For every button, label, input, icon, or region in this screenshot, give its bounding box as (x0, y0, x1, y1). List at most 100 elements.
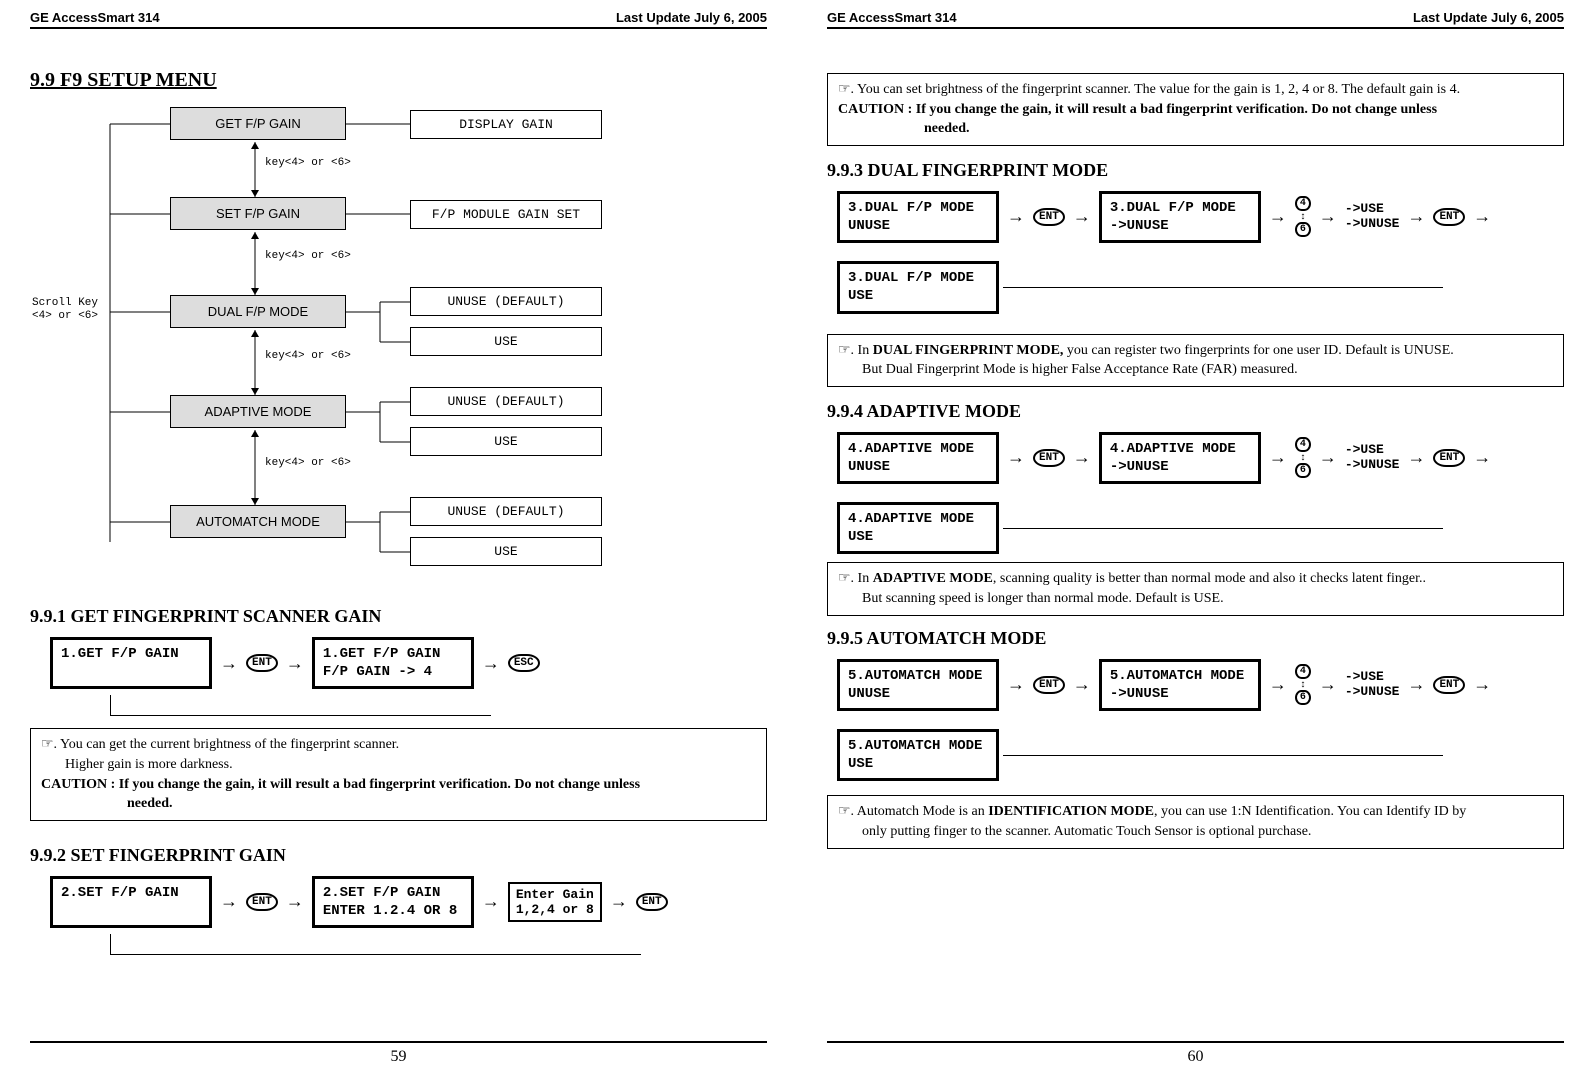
keys-4-6: 4 ↕ 6 (1295, 196, 1311, 237)
ent-key: ENT (246, 893, 278, 911)
lcd-993-1: 3.DUAL F/P MODE UNUSE (837, 191, 999, 243)
note-994-l1c: , scanning quality is better than normal… (993, 571, 1426, 586)
lcd-994-3-l2: USE (848, 529, 873, 545)
lcd-992-1: 2.SET F/P GAIN (50, 876, 212, 928)
key-4: 4 (1295, 664, 1311, 679)
lcd-993-2: 3.DUAL F/P MODE ->UNUSE (1099, 191, 1261, 243)
lcd-994-3: 4.ADAPTIVE MODE USE (837, 502, 999, 554)
lcd-993-3-l2: USE (848, 288, 873, 304)
lcd-993-1-l2: UNUSE (848, 218, 890, 234)
arrow-icon: → (1265, 674, 1291, 695)
keys-4-6: 4 ↕ 6 (1295, 664, 1311, 705)
lcd-994-2: 4.ADAPTIVE MODE ->UNUSE (1099, 432, 1261, 484)
key-label-3: key<4> or <6> (265, 350, 351, 362)
scroll-l1: Scroll Key (32, 297, 98, 309)
note-993-l1a: ☞. In (838, 343, 873, 358)
esc-key: ESC (508, 654, 540, 672)
arrow-icon: → (478, 891, 504, 912)
lcd-995-1: 5.AUTOMATCH MODE UNUSE (837, 659, 999, 711)
note-994: ☞. In ADAPTIVE MODE, scanning quality is… (827, 562, 1564, 615)
last-update: Last Update July 6, 2005 (1413, 10, 1564, 25)
opt-993-l2: ->UNUSE (1345, 216, 1400, 231)
keys-4-6: 4 ↕ 6 (1295, 437, 1311, 478)
note-993-l1c: you can register two fingerprints for on… (1063, 343, 1453, 358)
sec-994-title: 9.9.4 ADAPTIVE MODE (827, 401, 1564, 422)
ent-key: ENT (1033, 208, 1065, 226)
lcd-995-2: 5.AUTOMATCH MODE ->UNUSE (1099, 659, 1261, 711)
page-number-right: 60 (827, 1041, 1564, 1066)
loop-line (1003, 754, 1443, 756)
flow-993-row1: 3.DUAL F/P MODE UNUSE → ENT → 3.DUAL F/P… (837, 191, 1564, 243)
last-update: Last Update July 6, 2005 (616, 10, 767, 25)
header-right: GE AccessSmart 314 Last Update July 6, 2… (827, 10, 1564, 29)
note-991-l1: ☞. You can get the current brightness of… (41, 737, 399, 752)
ent-key: ENT (1033, 676, 1065, 694)
header-left: GE AccessSmart 314 Last Update July 6, 2… (30, 10, 767, 29)
arrow-icon: → (216, 891, 242, 912)
lcd-994-2-l2: ->UNUSE (1110, 459, 1169, 475)
sec-995-title: 9.9.5 AUTOMATCH MODE (827, 628, 1564, 649)
opt-994-l2: ->UNUSE (1345, 457, 1400, 472)
setup-menu-tree: Scroll Key <4> or <6> GET F/P GAIN DISPL… (90, 102, 767, 582)
lcd-991-2: 1.GET F/P GAIN F/P GAIN -> 4 (312, 637, 474, 689)
arrow-icon: → (606, 891, 632, 912)
lcd-994-1-l1: 4.ADAPTIVE MODE (848, 441, 974, 457)
doc-title: GE AccessSmart 314 (827, 10, 957, 25)
note-top-l1: ☞. You can set brightness of the fingerp… (838, 82, 1460, 97)
lcd-995-2-l1: 5.AUTOMATCH MODE (1110, 668, 1244, 684)
lcd-993-2-l2: ->UNUSE (1110, 218, 1169, 234)
loop-line (110, 934, 641, 955)
doc-title: GE AccessSmart 314 (30, 10, 160, 25)
lcd-993-1-l1: 3.DUAL F/P MODE (848, 200, 974, 216)
arrow-icon: → (1403, 674, 1429, 695)
note-994-l2: But scanning speed is longer than normal… (838, 589, 1224, 609)
key-4: 4 (1295, 437, 1311, 452)
opt-display-gain: DISPLAY GAIN (410, 110, 602, 139)
arrow-icon: → (1469, 674, 1495, 695)
note-991-l3a: CAUTION : If you change the gain, it wil… (41, 777, 640, 792)
page-number-left: 59 (30, 1041, 767, 1066)
key-4: 4 (1295, 196, 1311, 211)
lcd-992-3-l1: Enter Gain (516, 887, 594, 902)
arrow-icon: → (282, 891, 308, 912)
body-right: ☞. You can set brightness of the fingerp… (827, 29, 1564, 1031)
lcd-992-3-l2: 1,2,4 or 8 (516, 902, 594, 917)
note-993-l2: But Dual Fingerprint Mode is higher Fals… (838, 360, 1298, 380)
opt-automatch-use: USE (410, 537, 602, 566)
note-991-l2: Higher gain is more darkness. (41, 755, 233, 775)
note-995-l2: only putting finger to the scanner. Auto… (838, 822, 1311, 842)
arrow-icon: → (1469, 447, 1495, 468)
key-6: 6 (1295, 222, 1311, 237)
arrow-icon: → (1403, 206, 1429, 227)
lcd-991-1: 1.GET F/P GAIN (50, 637, 212, 689)
note-995-l1a: ☞. Automatch Mode is an (838, 804, 988, 819)
note-991: ☞. You can get the current brightness of… (30, 728, 767, 820)
arrow-icon: → (1003, 447, 1029, 468)
page-left: GE AccessSmart 314 Last Update July 6, 2… (0, 0, 797, 1086)
opt-994-l1: ->USE (1345, 442, 1384, 457)
opt-995: ->USE ->UNUSE (1345, 670, 1400, 700)
lcd-993-3-l1: 3.DUAL F/P MODE (848, 270, 974, 286)
note-991-l3b: needed. (41, 796, 173, 811)
loop-line (1003, 527, 1443, 529)
opt-adaptive-unuse: UNUSE (DEFAULT) (410, 387, 602, 416)
lcd-992-2: 2.SET F/P GAIN ENTER 1.2.4 OR 8 (312, 876, 474, 928)
note-top-l2a: CAUTION : If you change the gain, it wil… (838, 102, 1437, 117)
flow-995-row1: 5.AUTOMATCH MODE UNUSE → ENT → 5.AUTOMAT… (837, 659, 1564, 711)
arrow-icon: → (1315, 674, 1341, 695)
note-top-l2b: needed. (838, 121, 970, 136)
page-right: GE AccessSmart 314 Last Update July 6, 2… (797, 0, 1594, 1086)
note-994-l1a: ☞. In (838, 571, 873, 586)
lcd-994-3-l1: 4.ADAPTIVE MODE (848, 511, 974, 527)
flow-992: 2.SET F/P GAIN → ENT → 2.SET F/P GAIN EN… (50, 876, 767, 928)
flow-991: 1.GET F/P GAIN → ENT → 1.GET F/P GAIN F/… (50, 637, 767, 689)
opt-993: ->USE ->UNUSE (1345, 202, 1400, 232)
lcd-994-2-l1: 4.ADAPTIVE MODE (1110, 441, 1236, 457)
body-left: 9.9 F9 SETUP MENU (30, 29, 767, 1031)
ent-key: ENT (246, 654, 278, 672)
opt-dual-unuse: UNUSE (DEFAULT) (410, 287, 602, 316)
lcd-991-2-l1: 1.GET F/P GAIN (323, 646, 441, 662)
opt-adaptive-use: USE (410, 427, 602, 456)
lcd-991-2-l2: F/P GAIN -> 4 (323, 664, 432, 680)
note-995-l1b: IDENTIFICATION MODE (988, 804, 1154, 819)
